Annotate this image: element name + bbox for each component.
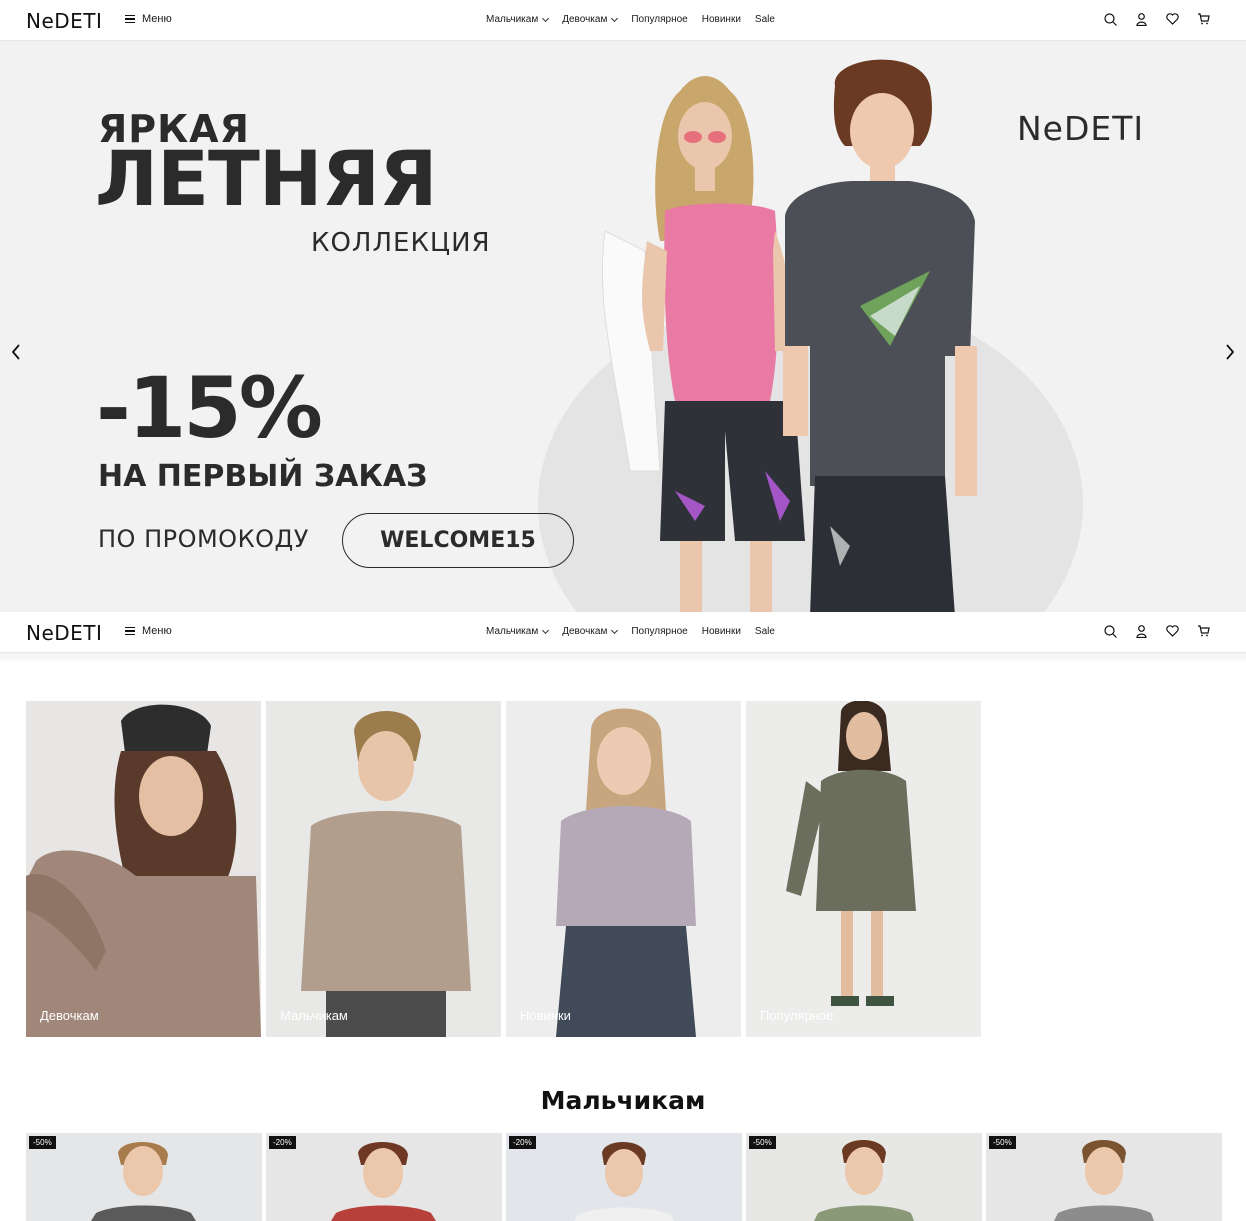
- chevron-left-icon: [11, 344, 20, 360]
- nav-label: Мальчикам: [486, 626, 539, 637]
- nav-label: Девочкам: [562, 14, 608, 25]
- chevron-down-icon: [542, 626, 550, 634]
- header-icons: [1103, 11, 1210, 27]
- nav-label: Девочкам: [562, 626, 608, 637]
- hero-line-2: ЛЕТНЯЯ: [95, 134, 438, 223]
- menu-button[interactable]: Меню: [125, 13, 172, 25]
- nav-item-new[interactable]: Новинки: [702, 626, 741, 637]
- product-row: -50% -20% -20% -50% -50%: [26, 1133, 1222, 1221]
- nav-label: Sale: [754, 14, 775, 25]
- slider-next-button[interactable]: [1220, 340, 1240, 364]
- category-tiles: Девочкам Мальчикам Новинки Популярное: [26, 701, 981, 1037]
- hamburger-icon: [125, 15, 135, 23]
- logo[interactable]: NeDETI: [26, 621, 102, 645]
- nav-item-girls[interactable]: Девочкам: [562, 626, 619, 637]
- nav-item-popular[interactable]: Популярное: [631, 626, 687, 637]
- user-icon[interactable]: [1134, 11, 1148, 27]
- discount-badge: -20%: [269, 1136, 296, 1149]
- category-label: Новинки: [520, 1008, 571, 1023]
- hero-promo-label: ПО ПРОМОКОДУ: [98, 525, 309, 553]
- category-image: [746, 701, 981, 1037]
- category-image: [26, 701, 261, 1037]
- heart-icon[interactable]: [1165, 623, 1179, 639]
- main-nav: Мальчикам Девочкам Популярное Новинки Sa…: [486, 626, 775, 637]
- search-icon[interactable]: [1103, 11, 1117, 27]
- sticky-header: NeDETI Меню Мальчикам Девочкам Популярно…: [0, 612, 1246, 653]
- product-image: [746, 1133, 982, 1221]
- discount-badge: -50%: [749, 1136, 776, 1149]
- cart-icon[interactable]: [1196, 623, 1210, 639]
- product-card[interactable]: -20%: [266, 1133, 502, 1221]
- nav-item-sale[interactable]: Sale: [755, 626, 775, 637]
- section-title: Мальчикам: [540, 1086, 706, 1115]
- nav-label: Популярное: [631, 14, 688, 25]
- nav-label: Sale: [754, 626, 775, 637]
- chevron-down-icon: [542, 14, 550, 22]
- product-card[interactable]: -50%: [986, 1133, 1222, 1221]
- main-nav: Мальчикам Девочкам Популярное Новинки Sa…: [486, 14, 775, 25]
- logo[interactable]: NeDETI: [26, 9, 102, 33]
- product-card[interactable]: -20%: [506, 1133, 742, 1221]
- hamburger-icon: [125, 627, 135, 635]
- product-image: [986, 1133, 1222, 1221]
- product-image: [506, 1133, 742, 1221]
- hero-brand-logo: NeDETI: [1017, 109, 1145, 148]
- category-label: Популярное: [760, 1008, 834, 1023]
- category-tile-girls[interactable]: Девочкам: [26, 701, 261, 1037]
- discount-badge: -50%: [989, 1136, 1016, 1149]
- nav-item-boys[interactable]: Мальчикам: [486, 626, 550, 637]
- discount-badge: -20%: [509, 1136, 536, 1149]
- menu-label: Меню: [142, 625, 172, 637]
- product-image: [26, 1133, 262, 1221]
- nav-label: Новинки: [701, 626, 741, 637]
- category-label: Мальчикам: [280, 1008, 348, 1023]
- hero-bottom-edge: [0, 653, 1246, 661]
- header-icons: [1103, 623, 1210, 639]
- discount-badge: -50%: [29, 1136, 56, 1149]
- nav-item-boys[interactable]: Мальчикам: [486, 14, 550, 25]
- nav-item-popular[interactable]: Популярное: [631, 14, 687, 25]
- menu-label: Меню: [142, 13, 172, 25]
- cart-icon[interactable]: [1196, 11, 1210, 27]
- product-card[interactable]: -50%: [746, 1133, 982, 1221]
- heart-icon[interactable]: [1165, 11, 1179, 27]
- hero-banner[interactable]: ЯРКАЯ ЛЕТНЯЯ КОЛЛЕКЦИЯ -15% НА ПЕРВЫЙ ЗА…: [0, 41, 1246, 612]
- hero-discount: -15%: [96, 359, 323, 457]
- category-image: [266, 701, 501, 1037]
- category-tile-boys[interactable]: Мальчикам: [266, 701, 501, 1037]
- category-label: Девочкам: [40, 1008, 99, 1023]
- chevron-right-icon: [1226, 344, 1235, 360]
- promo-code-badge: WELCOME15: [342, 513, 574, 568]
- nav-label: Популярное: [631, 626, 688, 637]
- nav-item-new[interactable]: Новинки: [702, 14, 741, 25]
- hero-first-order: НА ПЕРВЫЙ ЗАКАЗ: [98, 459, 428, 494]
- chevron-down-icon: [611, 626, 619, 634]
- nav-label: Мальчикам: [486, 14, 539, 25]
- nav-item-sale[interactable]: Sale: [755, 14, 775, 25]
- user-icon[interactable]: [1134, 623, 1148, 639]
- category-image: [506, 701, 741, 1037]
- menu-button[interactable]: Меню: [125, 625, 172, 637]
- nav-label: Новинки: [701, 14, 741, 25]
- category-tile-new[interactable]: Новинки: [506, 701, 741, 1037]
- hero-line-3: КОЛЛЕКЦИЯ: [311, 228, 491, 258]
- site-header: NeDETI Меню Мальчикам Девочкам Популярно…: [0, 0, 1246, 41]
- chevron-down-icon: [611, 14, 619, 22]
- category-tile-popular[interactable]: Популярное: [746, 701, 981, 1037]
- search-icon[interactable]: [1103, 623, 1117, 639]
- product-card[interactable]: -50%: [26, 1133, 262, 1221]
- nav-item-girls[interactable]: Девочкам: [562, 14, 619, 25]
- product-image: [266, 1133, 502, 1221]
- boy-model-image: [783, 59, 977, 612]
- slider-prev-button[interactable]: [6, 340, 26, 364]
